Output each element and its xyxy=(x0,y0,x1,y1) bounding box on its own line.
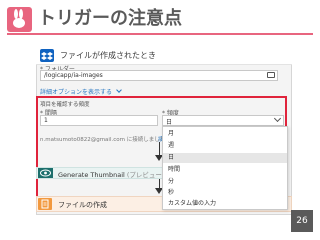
advanced-options-link[interactable]: 詳細オプションを表示する xyxy=(40,87,122,96)
slide-title: トリガーの注意点 xyxy=(38,8,182,29)
dropdown-option-custom[interactable]: カスタム値の入力 xyxy=(163,199,287,209)
dropdown-option-day[interactable]: 日 xyxy=(163,153,287,163)
dropdown-option-second[interactable]: 秒 xyxy=(163,188,287,198)
create-file-title: ファイルの作成 xyxy=(58,201,107,209)
eye-icon xyxy=(38,168,53,178)
frequency-select[interactable] xyxy=(162,115,284,126)
generate-thumbnail-title: Generate Thumbnail (プレビュー) xyxy=(58,169,164,179)
interval-input[interactable] xyxy=(40,115,158,126)
action-name: Generate Thumbnail xyxy=(58,171,125,179)
title-divider xyxy=(7,33,313,35)
advanced-options-label: 詳細オプションを表示する xyxy=(40,89,113,96)
file-icon xyxy=(38,198,52,210)
dropdown-option-minute[interactable]: 分 xyxy=(163,177,287,187)
frequency-dropdown-menu: 月 週 日 時間 分 秒 カスタム値の入力 xyxy=(162,126,288,210)
folder-icon[interactable] xyxy=(267,72,275,78)
trigger-title: ファイルが作成されたとき xyxy=(60,51,156,60)
dropdown-option-month[interactable]: 月 xyxy=(163,129,287,139)
frequency-value: 日 xyxy=(166,119,173,126)
flow-connector-line xyxy=(159,142,160,156)
interval-value: 1 xyxy=(44,117,48,124)
action-subtitle: (プレビュー) xyxy=(126,171,165,179)
page-number: 26 xyxy=(291,210,313,232)
connection-info: n.matsumoto0822@gmail.com に接続しました。 xyxy=(40,137,171,143)
check-frequency-section-label: 項目を確認する頻度 xyxy=(40,102,90,108)
folder-value: /logicapp/ia-images xyxy=(44,72,103,79)
dropdown-option-hour[interactable]: 時間 xyxy=(163,165,287,175)
dropbox-icon xyxy=(40,49,54,62)
rabbit-logo-icon xyxy=(7,7,32,32)
dropdown-option-week[interactable]: 週 xyxy=(163,141,287,151)
